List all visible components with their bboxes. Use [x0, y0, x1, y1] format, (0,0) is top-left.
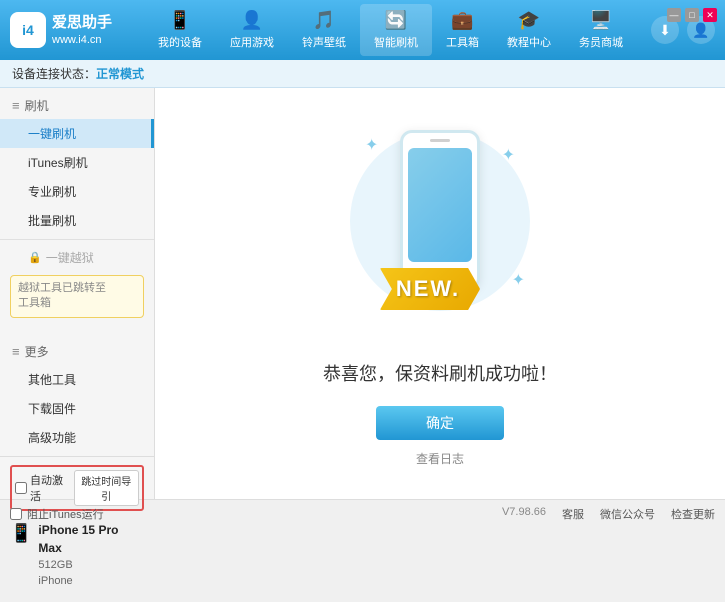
tab-toolbox-label: 工具箱 — [446, 34, 479, 50]
window-controls: — □ ✕ — [667, 8, 717, 22]
more-section-label: 更多 — [25, 343, 49, 360]
content-area: ✦ ✦ ✦ NEW. 恭喜您，保资料刷机成功啦！ 确定 查看日志 — [155, 88, 725, 499]
device-phone-icon: 📱 — [10, 523, 32, 544]
time-guidance-button[interactable]: 跳过时间导引 — [74, 470, 139, 506]
header: i4 爱思助手 www.i4.cn 📱 我的设备 👤 应用游戏 🎵 铃声壁纸 🔄 — [0, 0, 725, 60]
close-button[interactable]: ✕ — [703, 8, 717, 22]
flash-section-icon: ≡ — [12, 98, 20, 113]
tab-smart-flash-label: 智能刷机 — [374, 34, 418, 50]
sidebar-more-section: ≡ 更多 其他工具 下载固件 高级功能 — [0, 334, 154, 456]
lock-icon: 🔒 — [28, 251, 42, 264]
device-details: iPhone 15 Pro Max 512GB iPhone — [38, 521, 144, 590]
device-info: 📱 iPhone 15 Pro Max 512GB iPhone — [10, 517, 144, 594]
main-layout: ≡ 刷机 一键刷机 iTunes刷机 专业刷机 批量刷机 🔒 一键越狱 越狱工具… — [0, 88, 725, 499]
phone-illustration — [400, 130, 480, 290]
sidebar-divider — [0, 239, 154, 240]
logo-text: 爱思助手 www.i4.cn — [52, 12, 112, 48]
device-storage: 512GB — [38, 557, 144, 574]
tab-my-device-label: 我的设备 — [158, 34, 202, 50]
star-left: ✦ — [365, 135, 378, 155]
tab-ringtones-label: 铃声壁纸 — [302, 34, 346, 50]
success-illustration: ✦ ✦ ✦ NEW. — [340, 120, 540, 340]
device-type: iPhone — [38, 573, 144, 590]
tutorial-icon: 🎓 — [518, 10, 540, 31]
sidebar-flash-section: ≡ 刷机 一键刷机 iTunes刷机 专业刷机 批量刷机 🔒 一键越狱 越狱工具… — [0, 88, 154, 326]
device-name: iPhone 15 Pro Max — [38, 521, 144, 557]
confirm-button[interactable]: 确定 — [376, 406, 504, 440]
toolbox-icon: 💼 — [451, 10, 473, 31]
itunes-label: 阻止iTunes运行 — [27, 506, 104, 522]
auto-activate-label: 自动激活 — [30, 472, 68, 504]
nav-tabs: 📱 我的设备 👤 应用游戏 🎵 铃声壁纸 🔄 智能刷机 💼 工具箱 🎓 — [130, 4, 651, 56]
sidebar-item-download-firm[interactable]: 下载固件 — [0, 394, 154, 423]
device-icon: 📱 — [169, 10, 191, 31]
auto-activate-input[interactable] — [15, 482, 27, 494]
jailbreak-label: 一键越狱 — [46, 249, 94, 266]
tab-toolbox[interactable]: 💼 工具箱 — [432, 4, 493, 56]
star-right: ✦ — [502, 145, 515, 165]
status-label: 设备连接状态： — [12, 65, 96, 82]
tab-merchant-label: 务员商城 — [579, 34, 623, 50]
sidebar-item-other-tools[interactable]: 其他工具 — [0, 365, 154, 394]
tab-apps-games[interactable]: 👤 应用游戏 — [216, 4, 288, 56]
logo: i4 爱思助手 www.i4.cn — [10, 12, 130, 48]
sidebar-item-pro-flash[interactable]: 专业刷机 — [0, 177, 154, 206]
sidebar-item-advanced[interactable]: 高级功能 — [0, 423, 154, 452]
tab-tutorials-label: 教程中心 — [507, 34, 551, 50]
note-line2: 工具箱 — [18, 297, 51, 309]
logo-main: 爱思助手 — [52, 12, 112, 33]
phone-speaker — [430, 139, 450, 142]
ringtone-icon: 🎵 — [313, 10, 335, 31]
status-mode: 正常模式 — [96, 65, 144, 82]
auto-activate-checkbox[interactable]: 自动激活 — [15, 472, 68, 504]
sidebar-bottom: 自动激活 跳过时间导引 📱 iPhone 15 Pro Max 512GB iP… — [0, 456, 154, 602]
auto-row: 自动激活 跳过时间导引 — [10, 465, 144, 511]
minimize-button[interactable]: — — [667, 8, 681, 22]
tab-ringtones[interactable]: 🎵 铃声壁纸 — [288, 4, 360, 56]
footer-link-support[interactable]: 客服 — [562, 506, 584, 522]
maximize-button[interactable]: □ — [685, 8, 699, 22]
logo-icon: i4 — [10, 12, 46, 48]
star-bottom-right: ✦ — [512, 270, 525, 290]
version-label: V7.98.66 — [502, 506, 546, 522]
sidebar-item-batch-flash[interactable]: 批量刷机 — [0, 206, 154, 235]
tab-my-device[interactable]: 📱 我的设备 — [144, 4, 216, 56]
sidebar: ≡ 刷机 一键刷机 iTunes刷机 专业刷机 批量刷机 🔒 一键越狱 越狱工具… — [0, 88, 155, 499]
itunes-block-checkbox[interactable] — [10, 508, 22, 520]
tab-apps-label: 应用游戏 — [230, 34, 274, 50]
footer-link-update[interactable]: 检查更新 — [671, 506, 715, 522]
footer-right: V7.98.66 客服 微信公众号 检查更新 — [502, 506, 715, 522]
more-section-icon: ≡ — [12, 344, 20, 359]
logo-sub: www.i4.cn — [52, 33, 112, 48]
tab-tutorials[interactable]: 🎓 教程中心 — [493, 4, 565, 56]
ribbon-text: NEW. — [380, 268, 480, 310]
tab-merchant[interactable]: 🖥️ 务员商城 — [565, 4, 637, 56]
jailbreak-note: 越狱工具已跳转至 工具箱 — [10, 275, 144, 318]
merchant-icon: 🖥️ — [590, 10, 612, 31]
flash-section-header: ≡ 刷机 — [0, 92, 154, 119]
flash-section-label: 刷机 — [25, 97, 49, 114]
new-ribbon: NEW. — [380, 268, 480, 310]
status-bar: 设备连接状态： 正常模式 — [0, 60, 725, 88]
footer-left: 阻止iTunes运行 — [10, 506, 104, 522]
apps-icon: 👤 — [241, 10, 263, 31]
sidebar-item-itunes-flash[interactable]: iTunes刷机 — [0, 148, 154, 177]
flash-icon: 🔄 — [385, 10, 407, 31]
sidebar-item-jailbreak: 🔒 一键越狱 — [0, 244, 154, 271]
more-section-header: ≡ 更多 — [0, 338, 154, 365]
view-log-link[interactable]: 查看日志 — [416, 450, 464, 467]
note-line1: 越狱工具已跳转至 — [18, 282, 106, 294]
success-message: 恭喜您，保资料刷机成功啦！ — [323, 360, 557, 386]
phone-screen — [408, 148, 472, 262]
device-area: 自动激活 跳过时间导引 📱 iPhone 15 Pro Max 512GB iP… — [0, 456, 154, 602]
logo-code: i4 — [22, 22, 34, 38]
footer-link-wechat[interactable]: 微信公众号 — [600, 506, 655, 522]
tab-smart-flash[interactable]: 🔄 智能刷机 — [360, 4, 432, 56]
sidebar-item-one-key-flash[interactable]: 一键刷机 — [0, 119, 154, 148]
